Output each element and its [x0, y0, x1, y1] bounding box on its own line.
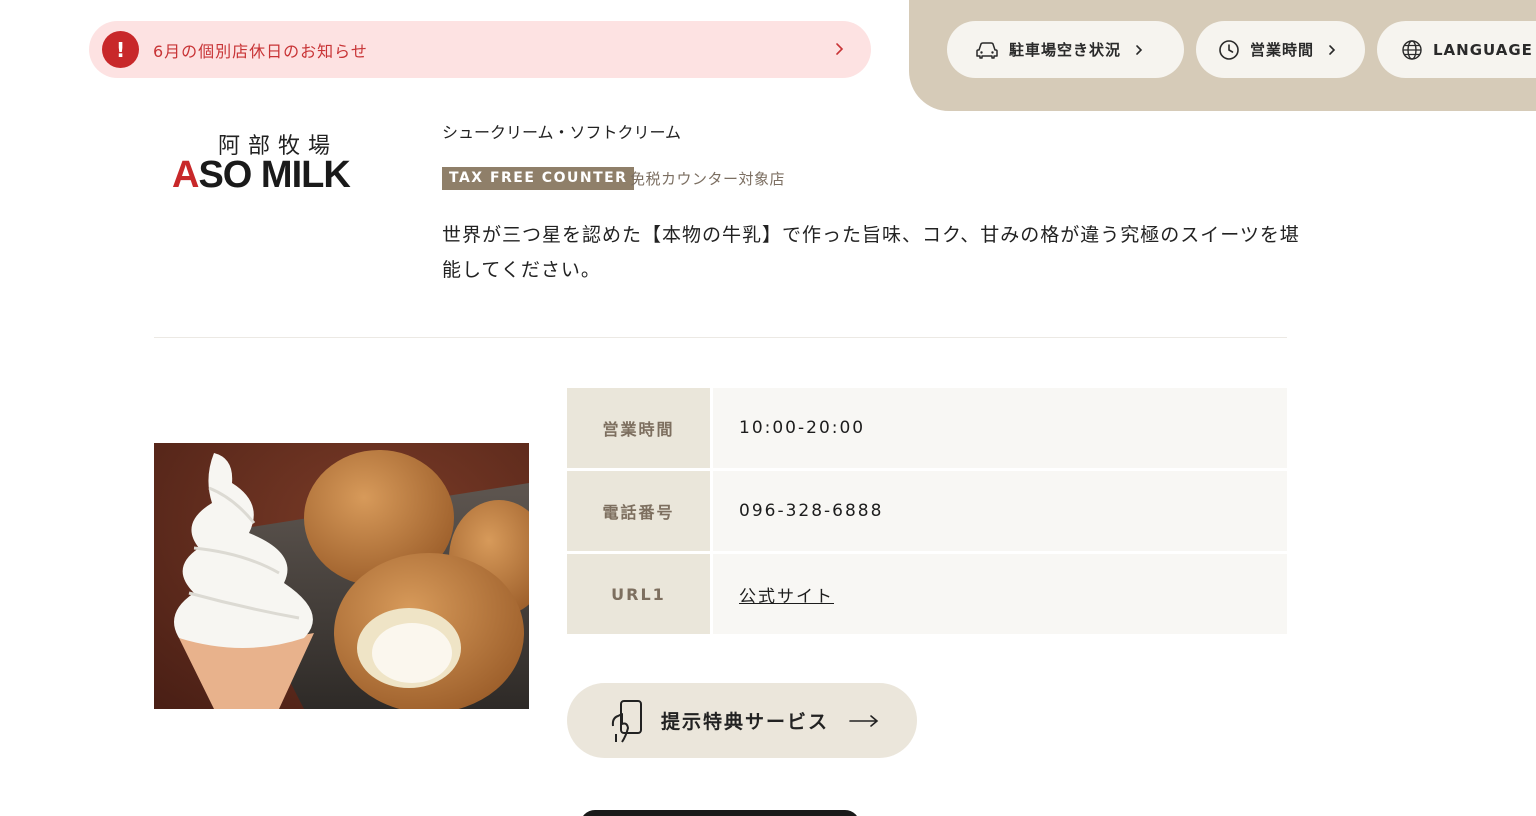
hours-label: 営業時間 — [567, 388, 710, 468]
language-label: LANGUAGE — [1433, 40, 1533, 59]
shop-category: シュークリーム・ソフトクリーム — [442, 123, 682, 142]
alert-icon: ! — [102, 31, 139, 68]
chevron-right-icon — [1329, 44, 1336, 55]
tax-free-note: 免税カウンター対象店 — [630, 170, 786, 188]
section-divider — [154, 337, 1287, 338]
phone-value: 096-328-6888 — [713, 471, 1287, 551]
url-cell: 公式サイト — [713, 554, 1287, 634]
business-hours-label: 営業時間 — [1250, 41, 1315, 59]
hours-value: 10:00-20:00 — [713, 388, 1287, 468]
next-section-button[interactable] — [580, 810, 860, 816]
car-icon — [976, 41, 998, 59]
chevron-right-icon — [1136, 44, 1143, 55]
shop-logo: 阿部牧場 ASO MILK — [172, 128, 388, 196]
notice-banner[interactable]: ! 6月の個別店休日のお知らせ — [89, 21, 871, 78]
parking-status-label: 駐車場空き状況 — [1009, 41, 1122, 59]
logo-wordmark: ASO MILK — [172, 154, 351, 197]
business-hours-button[interactable]: 営業時間 — [1196, 21, 1365, 78]
clock-icon — [1219, 39, 1239, 60]
url-label: URL1 — [567, 554, 710, 634]
logo-letter-a: A — [172, 154, 199, 196]
globe-icon — [1402, 39, 1422, 60]
arrow-right-icon — [849, 714, 879, 727]
shop-info-table: 営業時間 10:00-20:00 電話番号 096-328-6888 URL1 … — [567, 388, 1287, 637]
chevron-right-icon — [836, 43, 844, 55]
benefit-service-label: 提示特典サービス — [661, 711, 830, 733]
language-button[interactable]: LANGUAGE — [1377, 21, 1536, 78]
shop-description: 世界が三つ星を認めた【本物の牛乳】で作った旨味、コク、甘みの格が違う究極のスイー… — [442, 224, 1300, 281]
tax-free-badge: TAX FREE COUNTER — [442, 167, 635, 190]
info-row-url: URL1 公式サイト — [567, 554, 1287, 634]
benefit-service-button[interactable]: 提示特典サービス — [567, 683, 917, 758]
product-photo — [154, 443, 529, 709]
hand-phone-icon — [611, 699, 642, 743]
info-row-phone: 電話番号 096-328-6888 — [567, 471, 1287, 551]
phone-label: 電話番号 — [567, 471, 710, 551]
info-row-hours: 営業時間 10:00-20:00 — [567, 388, 1287, 468]
logo-wordmark-rest: SO MILK — [198, 154, 350, 196]
parking-status-button[interactable]: 駐車場空き状況 — [947, 21, 1184, 78]
official-site-link[interactable]: 公式サイト — [739, 582, 834, 607]
notice-text: 6月の個別店休日のお知らせ — [153, 41, 368, 61]
